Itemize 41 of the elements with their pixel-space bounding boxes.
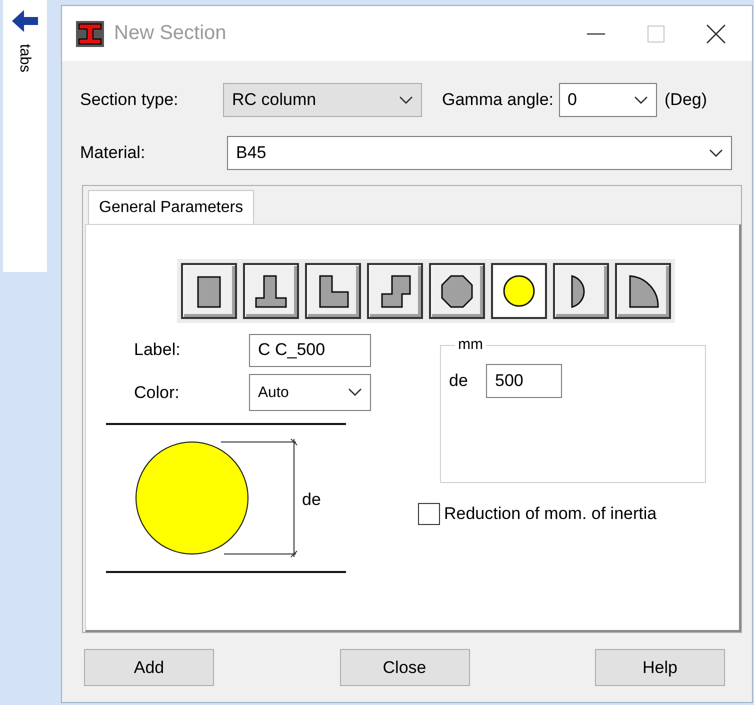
circle-icon <box>503 274 535 306</box>
dimension-input[interactable]: 500 <box>486 364 562 398</box>
tab[interactable]: General Parameters <box>88 190 254 224</box>
shape-button[interactable] <box>305 263 361 319</box>
label-input[interactable]: C C_500 <box>249 334 371 366</box>
rectangle-icon <box>197 276 221 308</box>
chevron-down-icon[interactable] <box>709 148 723 158</box>
tee-shape-icon <box>255 274 287 308</box>
material-dropdown[interactable]: B45 <box>227 136 732 170</box>
field-label: Color: <box>134 382 180 402</box>
sidebar-tab[interactable]: tabs <box>16 44 34 72</box>
step-shape-icon <box>381 274 411 308</box>
ibeam-icon <box>76 20 104 46</box>
field-label: Gamma angle: <box>442 90 554 110</box>
chevron-down-icon[interactable] <box>634 96 648 104</box>
dimension-label: de <box>302 490 321 509</box>
checkbox[interactable] <box>418 503 440 525</box>
field-label: de <box>449 371 469 391</box>
shape-button[interactable] <box>615 263 671 319</box>
shape-button[interactable] <box>367 263 423 319</box>
dialog-button[interactable]: Help <box>595 649 725 686</box>
dialog-button[interactable]: Close <box>340 649 470 686</box>
octagon-icon <box>441 274 473 308</box>
shape-button[interactable] <box>429 263 485 319</box>
shape-button[interactable] <box>181 263 237 319</box>
window-title: New Section <box>114 22 228 45</box>
close-icon[interactable] <box>706 24 726 44</box>
checkbox-label: Reduction of mom. of inertia <box>444 504 657 524</box>
color-dropdown[interactable]: Auto <box>249 374 371 411</box>
shape-button[interactable] <box>243 263 299 319</box>
shape-button[interactable] <box>553 263 609 319</box>
gamma-angle-dropdown[interactable]: 0 <box>558 83 656 117</box>
chevron-down-icon[interactable] <box>348 388 362 397</box>
field-label: Section type: <box>80 90 180 110</box>
shape-button[interactable] <box>491 263 547 319</box>
unit-label: (Deg) <box>664 90 708 110</box>
ell-shape-icon <box>319 274 349 308</box>
dialog-button[interactable]: Add <box>84 649 214 686</box>
field-label: Material: <box>80 143 146 163</box>
back-arrow-icon[interactable] <box>12 10 38 32</box>
field-label: Label: <box>134 340 182 360</box>
